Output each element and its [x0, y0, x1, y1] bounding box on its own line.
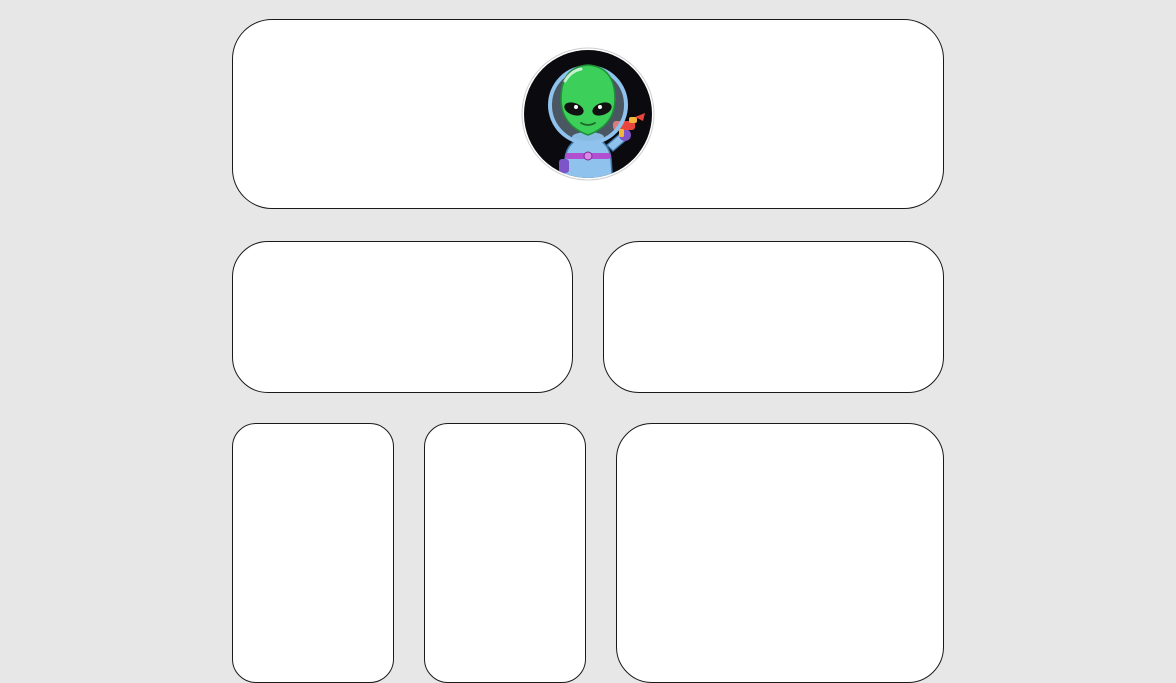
- content-card-small-2: [424, 423, 586, 683]
- content-card-large: [616, 423, 944, 683]
- header-card: [232, 19, 944, 209]
- content-card-right: [603, 241, 944, 393]
- content-card-small-1: [232, 423, 394, 683]
- content-card-left: [232, 241, 573, 393]
- alien-astronaut-avatar-icon[interactable]: [521, 47, 655, 181]
